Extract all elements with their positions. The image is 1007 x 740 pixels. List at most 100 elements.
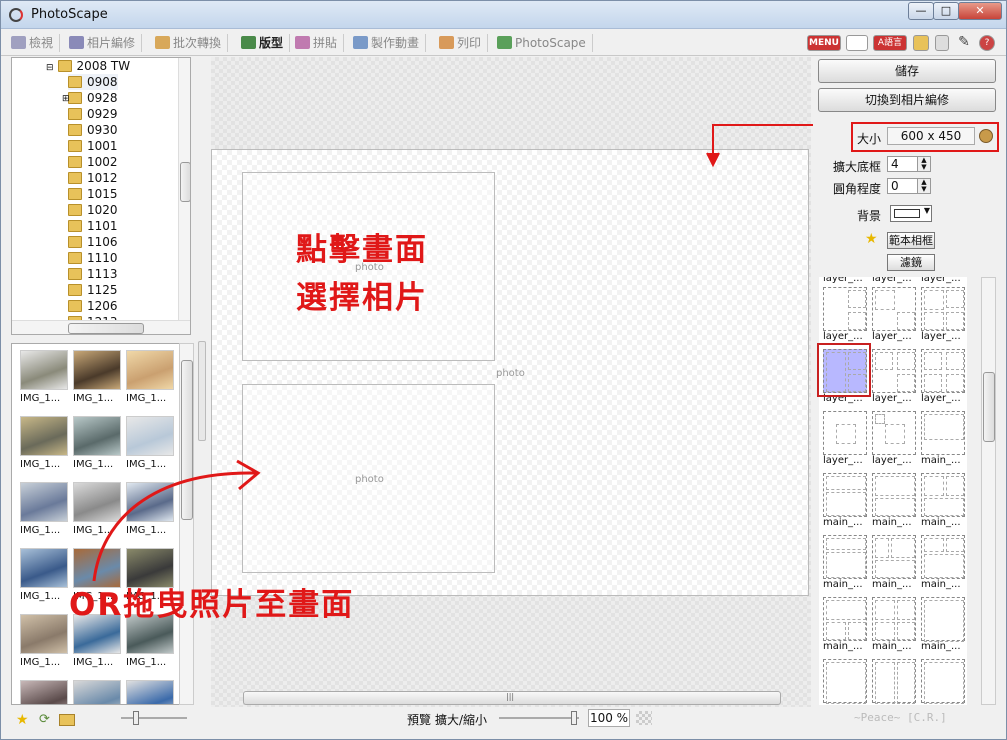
layout-template[interactable]: main_... bbox=[921, 473, 967, 531]
tree-item[interactable]: 1113 bbox=[68, 266, 118, 282]
blank-button[interactable] bbox=[846, 35, 868, 51]
template-vscrollbar[interactable] bbox=[981, 277, 996, 705]
tree-vscrollbar[interactable] bbox=[178, 58, 190, 320]
tree-item[interactable]: 1110 bbox=[68, 250, 118, 266]
layout-template[interactable]: layer_... bbox=[921, 349, 967, 407]
tab-1[interactable]: 相片編修 bbox=[67, 34, 143, 52]
folder-tree[interactable]: ⊟ 2008 TW 0908 0928 ⊞ 0929 0930 1001 1002 1012 10… bbox=[11, 57, 191, 335]
layout-template[interactable]: layer_... bbox=[872, 287, 918, 345]
close-button[interactable]: ✕ bbox=[958, 2, 1002, 20]
star-icon[interactable]: ★ bbox=[16, 712, 31, 728]
tree-item[interactable]: 0929 bbox=[68, 106, 118, 122]
filter-button[interactable]: 濾鏡 bbox=[887, 254, 935, 271]
size-settings-icon[interactable] bbox=[979, 129, 993, 143]
thumbnail-item[interactable]: IMG_1... bbox=[126, 350, 176, 404]
layout-template[interactable] bbox=[823, 659, 869, 705]
layout-template[interactable]: main_... bbox=[872, 597, 918, 655]
thumbnail-item[interactable]: IMG_1... bbox=[126, 416, 176, 470]
tree-item[interactable]: 1101 bbox=[68, 218, 118, 234]
switch-to-editor-button[interactable]: 切換到相片編修 bbox=[818, 88, 996, 112]
tab-2[interactable]: 批次轉換 bbox=[153, 34, 229, 52]
thumbs-vscroll-thumb[interactable] bbox=[181, 360, 193, 520]
thumbnail-item[interactable]: IMG_1... bbox=[73, 350, 123, 404]
thumbnail-item[interactable]: IMG_1... bbox=[20, 548, 70, 602]
template-cell bbox=[848, 622, 866, 640]
thumbnail-item[interactable]: IMG_1... bbox=[20, 482, 70, 536]
expand-icon[interactable]: ⊞ bbox=[62, 94, 70, 104]
margin-stepper[interactable]: ▲ ▼ bbox=[917, 156, 931, 172]
thumbnail-item[interactable] bbox=[73, 680, 123, 704]
tree-item[interactable]: 1106 bbox=[68, 234, 118, 250]
thumbnail-item[interactable]: IMG_1... bbox=[73, 482, 123, 536]
tree-hscroll-thumb[interactable] bbox=[68, 323, 144, 334]
tree-item[interactable]: 0908 bbox=[68, 74, 118, 90]
layout-template[interactable]: main_... bbox=[921, 597, 967, 655]
tab-4[interactable]: 拼貼 bbox=[293, 34, 345, 52]
tree-item[interactable]: 1125 bbox=[68, 282, 118, 298]
layout-template[interactable]: layer_... bbox=[823, 287, 869, 345]
maximize-button[interactable]: □ bbox=[933, 2, 959, 20]
tree-root[interactable]: ⊟ 2008 TW bbox=[46, 58, 130, 74]
thumbs-vscrollbar[interactable] bbox=[179, 343, 194, 705]
language-button[interactable]: A語言 bbox=[873, 35, 907, 51]
layout-template[interactable]: main_... bbox=[823, 597, 869, 655]
menu-button[interactable]: MENU bbox=[807, 35, 841, 51]
layout-template[interactable]: layer_... bbox=[872, 411, 918, 469]
thumbnail-item[interactable] bbox=[20, 680, 70, 704]
tree-item[interactable]: 1012 bbox=[68, 170, 118, 186]
layout-template[interactable]: layer_... bbox=[872, 349, 918, 407]
panel-splitter[interactable] bbox=[198, 341, 206, 441]
thumbnail-item[interactable] bbox=[126, 680, 176, 704]
layout-template[interactable] bbox=[921, 659, 967, 705]
thumb-size-slider-knob[interactable] bbox=[133, 711, 139, 725]
round-stepper[interactable]: ▲ ▼ bbox=[917, 178, 931, 194]
layout-template[interactable]: layer_... bbox=[921, 287, 967, 345]
refresh-icon[interactable]: ⟳ bbox=[39, 712, 54, 727]
zoom-slider-knob[interactable] bbox=[571, 711, 577, 725]
open-folder-icon[interactable] bbox=[59, 714, 75, 726]
tab-3[interactable]: 版型 bbox=[239, 34, 291, 52]
canvas-hscrollbar[interactable]: ||| bbox=[243, 691, 781, 705]
minimize-button[interactable]: — bbox=[908, 2, 934, 20]
thumb-size-slider[interactable] bbox=[121, 711, 187, 725]
copy-icon[interactable] bbox=[935, 35, 949, 51]
template-caption: layer_... bbox=[872, 393, 912, 404]
save-button[interactable]: 儲存 bbox=[818, 59, 996, 83]
layout-template[interactable]: main_... bbox=[872, 535, 918, 593]
layout-template[interactable]: main_... bbox=[921, 535, 967, 593]
zoom-slider[interactable] bbox=[499, 711, 579, 725]
thumbnail-item[interactable]: IMG_1... bbox=[126, 482, 176, 536]
film-icon[interactable] bbox=[913, 35, 929, 51]
layout-template[interactable]: main_... bbox=[823, 473, 869, 531]
tab-0[interactable]: 檢視 bbox=[9, 34, 61, 52]
tree-item[interactable]: 0930 bbox=[68, 122, 118, 138]
tree-item[interactable]: 1015 bbox=[68, 186, 118, 202]
tree-vscroll-thumb[interactable] bbox=[180, 162, 190, 202]
thumbnail-item[interactable]: IMG_1... bbox=[20, 350, 70, 404]
tree-item[interactable]: 0928 bbox=[68, 90, 118, 106]
thumbnail-item[interactable]: IMG_1... bbox=[73, 416, 123, 470]
tab-7[interactable]: PhotoScape bbox=[495, 34, 593, 52]
tab-6[interactable]: 列印 bbox=[437, 34, 489, 52]
layout-template[interactable]: main_... bbox=[823, 535, 869, 593]
thumbnail-item[interactable]: IMG_1... bbox=[20, 416, 70, 470]
layout-canvas[interactable]: photo photo photo 點擊畫面 選擇相片 bbox=[211, 149, 809, 596]
thumbnail-item[interactable]: IMG_1... bbox=[20, 614, 70, 668]
tab-5[interactable]: 製作動畫 bbox=[351, 34, 427, 52]
layout-template[interactable]: main_... bbox=[921, 411, 967, 469]
sample-frame-button[interactable]: 範本相框 bbox=[887, 232, 935, 249]
layout-template[interactable]: main_... bbox=[872, 473, 918, 531]
background-color-picker[interactable]: ▼ bbox=[890, 205, 932, 222]
tree-item[interactable]: 1020 bbox=[68, 202, 118, 218]
help-icon[interactable]: ? bbox=[979, 35, 995, 51]
tree-hscrollbar[interactable] bbox=[12, 320, 190, 334]
layout-template[interactable]: layer_... bbox=[823, 411, 869, 469]
collapse-icon[interactable]: ⊟ bbox=[46, 63, 54, 73]
tree-item[interactable]: 1206 bbox=[68, 298, 118, 314]
tree-item[interactable]: 1001 bbox=[68, 138, 118, 154]
tree-item[interactable]: 1002 bbox=[68, 154, 118, 170]
wrench-icon[interactable]: ✎ bbox=[958, 35, 970, 51]
template-vscroll-thumb[interactable] bbox=[983, 372, 995, 442]
layout-template[interactable] bbox=[872, 659, 918, 705]
transparency-icon[interactable] bbox=[636, 711, 652, 725]
